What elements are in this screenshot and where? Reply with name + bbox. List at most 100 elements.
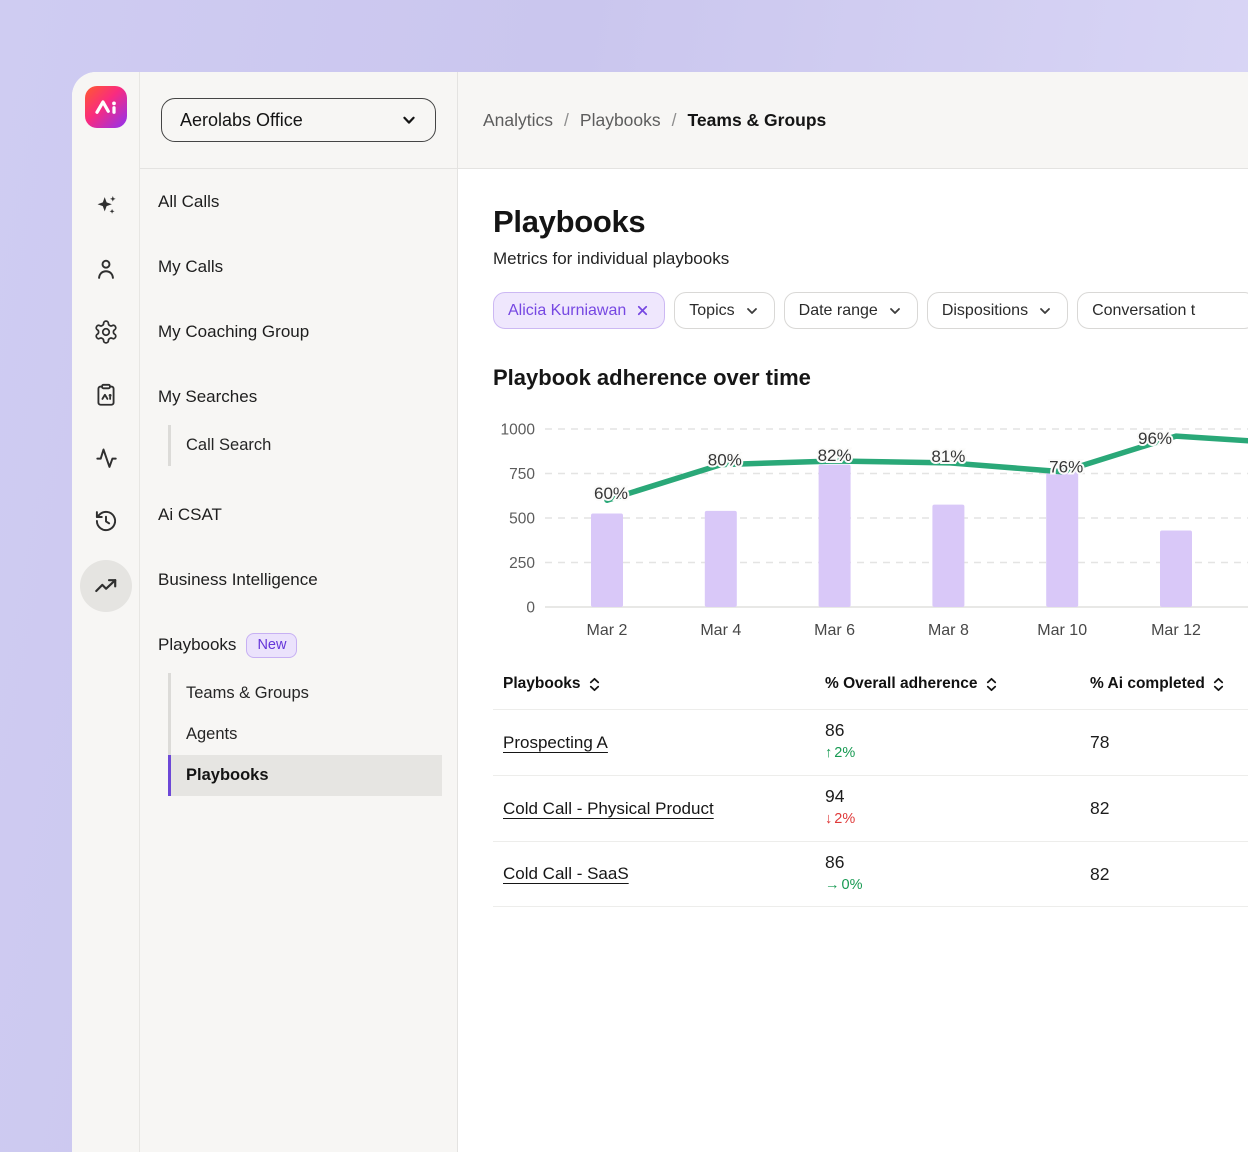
breadcrumb: Analytics / Playbooks / Teams & Groups xyxy=(483,110,826,131)
sidebar-item-my-calls[interactable]: My Calls xyxy=(140,247,457,287)
desktop-background: { "colors": { "accent_purple": "#6d48d7"… xyxy=(0,0,1248,1152)
playbook-link[interactable]: Cold Call - SaaS xyxy=(503,864,629,884)
filter-chip-label: Topics xyxy=(689,302,734,320)
sidebar-item-playbooks-sub[interactable]: Playbooks xyxy=(171,755,442,796)
adherence-cell: 86 →0% xyxy=(825,842,1090,906)
sidebar-item-teams-groups[interactable]: Teams & Groups xyxy=(171,673,442,714)
table-row: Cold Call - Physical Product 94 ↓2% 82 xyxy=(493,775,1248,841)
playbook-link[interactable]: Cold Call - Physical Product xyxy=(503,799,714,819)
svg-text:81%: 81% xyxy=(931,447,965,466)
page-title: Playbooks xyxy=(493,204,1248,240)
sidebar-item-label: My Calls xyxy=(158,257,223,277)
adherence-delta: →0% xyxy=(825,877,1090,893)
sidebar-item-call-search[interactable]: Call Search xyxy=(171,425,442,466)
sort-icon xyxy=(1212,676,1225,693)
person-icon xyxy=(93,256,119,282)
activity-nav-button[interactable] xyxy=(86,438,126,478)
sidebar-item-label: Ai CSAT xyxy=(158,505,222,525)
breadcrumb-analytics[interactable]: Analytics xyxy=(483,110,553,131)
adherence-value: 86 xyxy=(825,852,1090,873)
ai-completed-value: 82 xyxy=(1090,842,1248,906)
sidebar-item-ai-csat[interactable]: Ai CSAT xyxy=(140,495,457,535)
delta-arrow-icon: ↑ xyxy=(825,745,832,761)
filter-chip-label: Alicia Kurniawan xyxy=(508,302,626,320)
column-label: Playbooks xyxy=(503,675,581,693)
bar xyxy=(1046,468,1078,607)
chevron-down-icon xyxy=(744,303,760,319)
history-nav-button[interactable] xyxy=(86,501,126,541)
chart-title: Playbook adherence over time xyxy=(493,365,1248,391)
ai-completed-value: 78 xyxy=(1090,710,1248,775)
column-label: % Ai completed xyxy=(1090,675,1205,693)
sidebar-item-playbooks[interactable]: Playbooks New xyxy=(140,625,457,665)
workspace-name: Aerolabs Office xyxy=(180,110,303,131)
column-header-playbooks[interactable]: Playbooks xyxy=(493,675,825,693)
chart-container: 02505007501000Mar 2Mar 4Mar 6Mar 8Mar 10… xyxy=(493,407,1248,649)
column-header-ai-completed[interactable]: % Ai completed xyxy=(1090,675,1248,693)
settings-nav-button[interactable] xyxy=(86,312,126,352)
chevron-down-icon xyxy=(398,109,420,131)
chevron-down-icon xyxy=(1037,303,1053,319)
adherence-delta: ↓2% xyxy=(825,811,1090,827)
icon-rail xyxy=(72,72,140,1152)
sidebar-item-label: Agents xyxy=(186,725,237,744)
delta-value: 0% xyxy=(842,877,863,893)
svg-text:60%: 60% xyxy=(594,484,628,503)
table-header-row: Playbooks % Overall adherence % Ai compl… xyxy=(493,675,1248,709)
svg-text:Mar 4: Mar 4 xyxy=(700,622,741,639)
my-searches-sublist: Call Search xyxy=(168,425,442,466)
svg-text:750: 750 xyxy=(509,466,535,483)
svg-text:96%: 96% xyxy=(1138,429,1172,448)
adherence-cell: 86 ↑2% xyxy=(825,710,1090,775)
sparkles-ai-nav-button[interactable] xyxy=(86,186,126,226)
svg-text:500: 500 xyxy=(509,511,535,528)
filter-chip-dispositions[interactable]: Dispositions xyxy=(927,292,1068,329)
gear-icon xyxy=(93,319,119,345)
bar xyxy=(705,511,737,607)
sidebar-item-my-searches[interactable]: My Searches xyxy=(140,377,457,417)
column-label: % Overall adherence xyxy=(825,675,978,693)
playbook-clipboard-icon xyxy=(93,382,119,408)
bar xyxy=(932,505,964,607)
filter-chip-date-range[interactable]: Date range xyxy=(784,292,918,329)
sidebar-item-label: Call Search xyxy=(186,436,271,455)
sidebar-item-label: Teams & Groups xyxy=(186,684,309,703)
sidebar-item-label: Business Intelligence xyxy=(158,570,318,590)
filter-chip-label: Dispositions xyxy=(942,302,1028,320)
app-logo xyxy=(85,86,127,128)
history-clock-icon xyxy=(93,508,119,534)
svg-text:250: 250 xyxy=(509,555,535,572)
close-icon[interactable] xyxy=(635,303,650,318)
filter-chip-topics[interactable]: Topics xyxy=(674,292,774,329)
sidebar-item-label: My Searches xyxy=(158,387,257,407)
playbooks-nav-button[interactable] xyxy=(86,375,126,415)
analytics-nav-button[interactable] xyxy=(80,560,132,612)
playbooks-sublist: Teams & Groups Agents Playbooks xyxy=(168,673,442,796)
sidebar-item-business-intelligence[interactable]: Business Intelligence xyxy=(140,560,457,600)
delta-arrow-icon: → xyxy=(825,877,840,893)
bar xyxy=(591,514,623,607)
svg-text:Mar 12: Mar 12 xyxy=(1151,622,1201,639)
sidebar-item-my-coaching-group[interactable]: My Coaching Group xyxy=(140,312,457,352)
table-row: Prospecting A 86 ↑2% 78 xyxy=(493,709,1248,775)
delta-value: 2% xyxy=(834,745,855,761)
column-header-overall-adherence[interactable]: % Overall adherence xyxy=(825,675,1090,693)
sidebar-item-agents[interactable]: Agents xyxy=(171,714,442,755)
new-badge: New xyxy=(246,633,297,658)
breadcrumb-separator: / xyxy=(564,110,569,131)
contacts-nav-button[interactable] xyxy=(86,249,126,289)
filter-chip-person[interactable]: Alicia Kurniawan xyxy=(493,292,665,329)
sidebar-item-all-calls[interactable]: All Calls xyxy=(140,182,457,222)
adherence-cell: 94 ↓2% xyxy=(825,776,1090,841)
playbook-link[interactable]: Prospecting A xyxy=(503,733,608,753)
sort-icon xyxy=(588,676,601,693)
page-content: Playbooks Metrics for individual playboo… xyxy=(458,169,1248,1152)
table-row: Cold Call - SaaS 86 →0% 82 xyxy=(493,841,1248,907)
playbooks-table: Playbooks % Overall adherence % Ai compl… xyxy=(493,675,1248,907)
svg-text:82%: 82% xyxy=(818,446,852,465)
filter-chip-conversation-type[interactable]: Conversation t xyxy=(1077,292,1248,329)
filter-bar: Alicia Kurniawan Topics Date range Dispo… xyxy=(493,292,1248,329)
breadcrumb-playbooks[interactable]: Playbooks xyxy=(580,110,661,131)
workspace-selector[interactable]: Aerolabs Office xyxy=(161,98,436,142)
activity-pulse-icon xyxy=(93,445,119,471)
